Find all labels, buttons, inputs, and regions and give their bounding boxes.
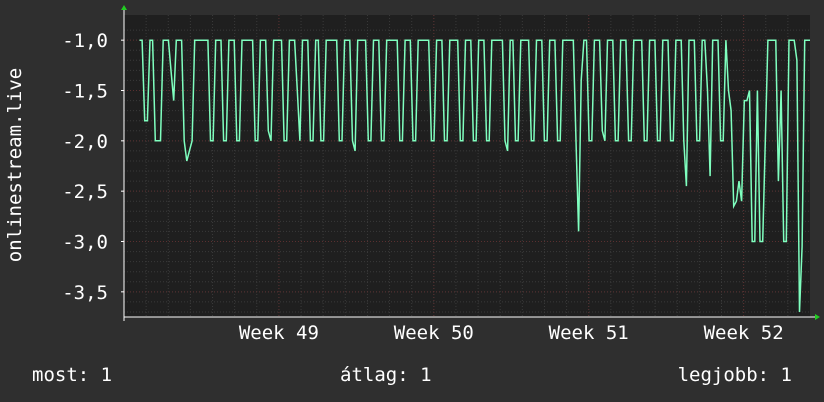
- y-tick-label: -3,5: [62, 282, 108, 304]
- stat-average: átlag: 1: [340, 364, 432, 386]
- x-tick-labels: Week 49 Week 50 Week 51 Week 52: [239, 322, 784, 344]
- x-axis-arrow: [815, 314, 820, 320]
- x-tick-label: Week 52: [704, 322, 784, 344]
- line-chart: -1,0-1,5-2,0-2,5-3,0-3,5 Week 49 Week 50 W…: [4, 5, 820, 344]
- x-tick-label: Week 51: [549, 322, 629, 344]
- y-tick-labels: -1,0 -1,5 -2,0 -2,5 -3,0 -3,5: [62, 30, 108, 304]
- y-tick-label: -2,5: [62, 181, 108, 203]
- y-tick-label: -1,5: [62, 81, 108, 103]
- y-axis-label: onlinestream.live: [4, 68, 26, 262]
- y-tick-label: -2,0: [62, 131, 108, 153]
- x-tick-label: Week 50: [394, 322, 474, 344]
- y-axis-arrow: [121, 5, 127, 10]
- stat-current: most: 1: [32, 364, 113, 386]
- stat-best: legjobb: 1: [677, 364, 792, 386]
- x-tick-label: Week 49: [239, 322, 319, 344]
- y-tick-label: -3,0: [62, 232, 108, 254]
- y-tick-label: -1,0: [62, 30, 108, 52]
